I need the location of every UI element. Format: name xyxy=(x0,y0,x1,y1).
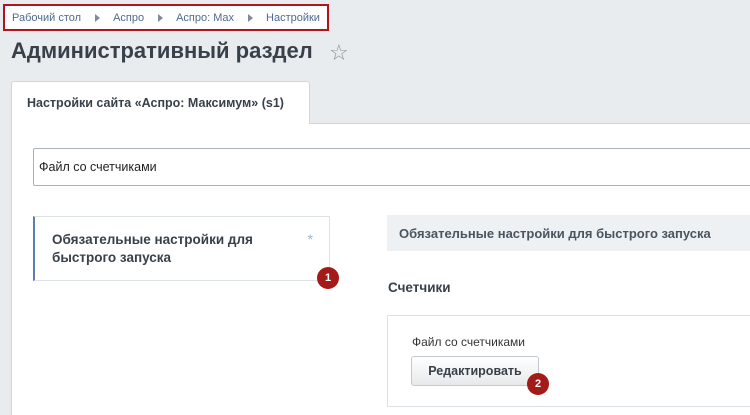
breadcrumb-item-settings[interactable]: Настройки xyxy=(266,12,320,24)
page-title: Административный раздел xyxy=(11,38,313,63)
search-input[interactable] xyxy=(33,148,750,186)
star-icon[interactable]: ☆ xyxy=(329,42,349,64)
tab-site-settings[interactable]: Настройки сайта «Аспро: Максимум» (s1) xyxy=(11,81,310,125)
annotation-badge-2: 2 xyxy=(527,373,549,395)
chevron-right-icon xyxy=(248,13,254,22)
chevron-right-icon xyxy=(158,13,164,22)
breadcrumb-item-aspro[interactable]: Аспро xyxy=(113,12,144,24)
section-header: Обязательные настройки для быстрого запу… xyxy=(387,215,750,251)
chevron-right-icon xyxy=(95,13,101,22)
asterisk-icon: * xyxy=(307,231,313,247)
breadcrumb-item-desktop[interactable]: Рабочий стол xyxy=(12,12,81,24)
sidebar-item-label: Обязательные настройки для быстрого запу… xyxy=(52,232,253,265)
breadcrumb: Рабочий стол Аспро Аспро: Max Настройки xyxy=(3,4,329,31)
edit-button[interactable]: Редактировать xyxy=(411,356,539,386)
tab-label: Настройки сайта «Аспро: Максимум» (s1) xyxy=(27,96,284,110)
sidebar-item-required-settings[interactable]: Обязательные настройки для быстрого запу… xyxy=(33,216,330,281)
group-title: Счетчики xyxy=(388,280,451,295)
breadcrumb-item-aspro-max[interactable]: Аспро: Max xyxy=(176,12,234,24)
field-label: Файл со счетчиками xyxy=(412,335,525,349)
annotation-badge-1: 1 xyxy=(317,267,339,289)
